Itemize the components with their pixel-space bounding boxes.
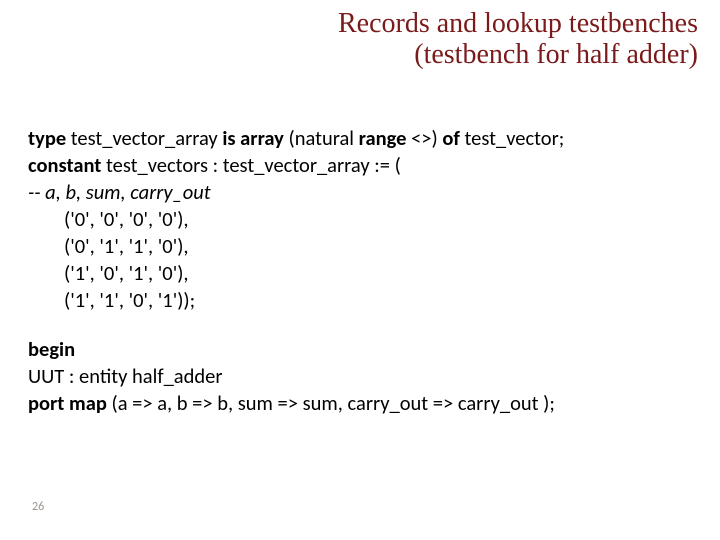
code-line-2: constant test_vectors : test_vector_arra… (28, 153, 694, 178)
kw-port-map: port map (28, 390, 111, 416)
code-line-5: ('0', '1', '1', '0'), (28, 234, 694, 259)
slide-title: Records and lookup testbenches (testbenc… (238, 8, 698, 71)
code-block-2: begin UUT : entity half_adder port map (… (28, 337, 694, 416)
txt: <>) (411, 125, 442, 151)
code-line-1: type test_vector_array is array (natural… (28, 126, 694, 151)
kw-is-array: is array (222, 125, 288, 151)
kw-constant: constant (28, 152, 106, 178)
code-uut: UUT : entity half_adder (28, 364, 694, 389)
title-line-2: (testbench for half adder) (238, 39, 698, 70)
code-line-7: ('1', '1', '0', '1')); (28, 288, 694, 313)
kw-begin: begin (28, 337, 694, 362)
code-line-6: ('1', '0', '1', '0'), (28, 261, 694, 286)
txt: (a => a, b => b, sum => sum, carry_out =… (111, 390, 554, 416)
title-line-1: Records and lookup testbenches (238, 8, 698, 39)
kw-of: of (442, 125, 464, 151)
txt: test_vectors : test_vector_array := ( (106, 152, 401, 178)
code-portmap: port map (a => a, b => b, sum => sum, ca… (28, 391, 694, 416)
code-line-4: ('0', '0', '0', '0'), (28, 207, 694, 232)
txt: (natural (289, 125, 359, 151)
code-line-3-comment: -- a, b, sum, carry_out (28, 180, 694, 205)
kw-type: type (28, 125, 71, 151)
slide-body: type test_vector_array is array (natural… (28, 126, 694, 418)
page-number: 26 (32, 500, 44, 514)
kw-range: range (359, 125, 411, 151)
txt: test_vector; (465, 125, 565, 151)
txt: test_vector_array (71, 125, 223, 151)
slide: Records and lookup testbenches (testbenc… (0, 0, 720, 540)
